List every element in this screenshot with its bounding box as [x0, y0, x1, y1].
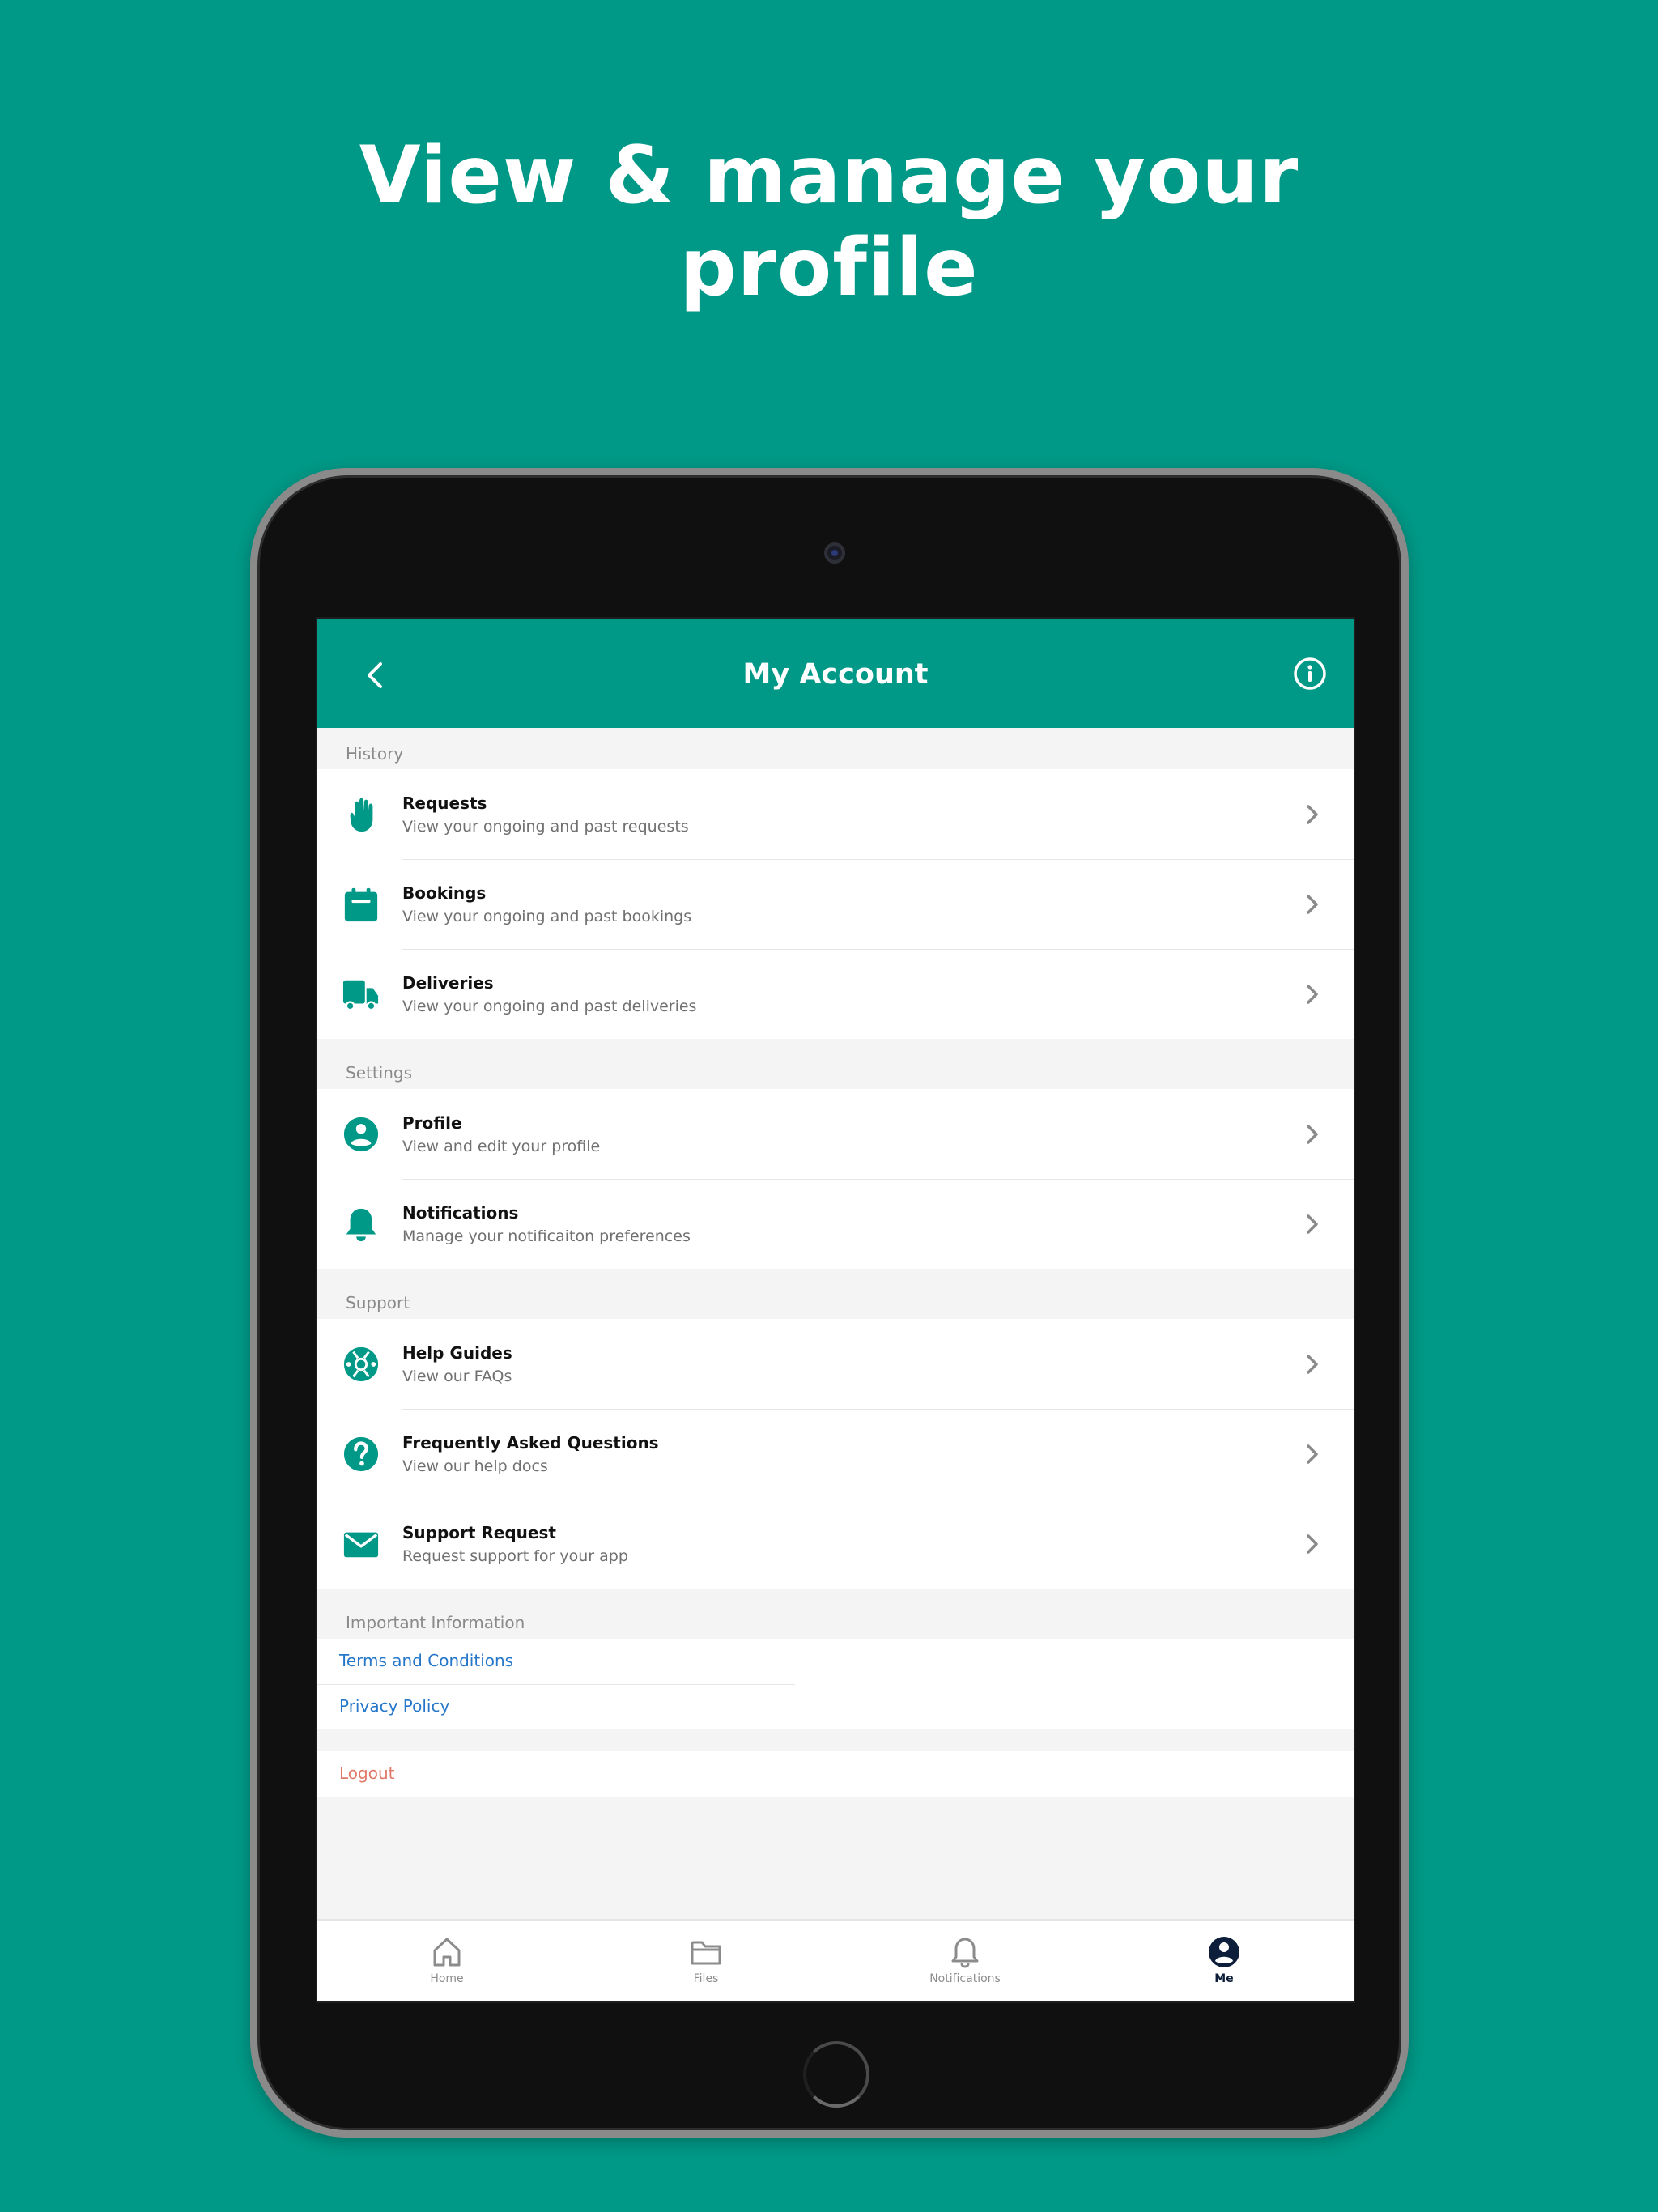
history-group: Requests View your ongoing and past requ…	[317, 769, 1354, 1039]
home-icon	[433, 1938, 461, 1967]
menu-item-title: Support Request	[402, 1522, 556, 1542]
account-menu: History Requests View your ongoing and p…	[317, 728, 1354, 1797]
truck-icon	[342, 975, 380, 1014]
lifebuoy-icon	[342, 1345, 380, 1384]
menu-item-title: Deliveries	[402, 972, 494, 993]
tab-files[interactable]: Files	[576, 1921, 835, 2001]
privacy-policy-link[interactable]: Privacy Policy	[317, 1684, 1354, 1729]
user-circle-icon	[342, 1115, 380, 1154]
menu-item-help-guides[interactable]: Help Guides View our FAQs	[317, 1319, 1354, 1409]
important-links-group: Terms and Conditions Privacy Policy	[317, 1639, 1354, 1729]
section-label-settings: Settings	[346, 1063, 413, 1083]
tab-label: Me	[1214, 1972, 1234, 1985]
logout-button[interactable]: Logout	[317, 1751, 1354, 1797]
menu-item-title: Profile	[402, 1112, 462, 1133]
menu-item-subtitle: View your ongoing and past bookings	[402, 907, 692, 925]
menu-item-faq[interactable]: Frequently Asked Questions View our help…	[317, 1409, 1354, 1499]
menu-item-title: Requests	[402, 793, 487, 813]
menu-item-deliveries[interactable]: Deliveries View your ongoing and past de…	[317, 949, 1354, 1039]
menu-item-subtitle: View your ongoing and past requests	[402, 817, 689, 836]
chevron-right-icon	[1307, 1214, 1318, 1234]
camera-icon	[824, 542, 845, 564]
section-label-support: Support	[346, 1293, 410, 1312]
tab-me[interactable]: Me	[1095, 1921, 1354, 2001]
app-screen: My Account History Requests View your on…	[316, 617, 1355, 2003]
calendar-icon	[342, 885, 380, 924]
envelope-icon	[342, 1525, 380, 1563]
chevron-right-icon	[1307, 894, 1318, 914]
section-label-history: History	[346, 744, 404, 764]
tab-notifications[interactable]: Notifications	[835, 1921, 1095, 2001]
promo-headline: View & manage your profile	[0, 130, 1658, 314]
chevron-right-icon	[1307, 1124, 1318, 1144]
raised-hand-icon	[342, 795, 380, 834]
bell-icon	[951, 1938, 979, 1968]
top-app-bar: My Account	[317, 619, 1354, 728]
menu-item-title: Help Guides	[402, 1342, 512, 1363]
logout-group: Logout	[317, 1751, 1354, 1797]
tab-label: Files	[693, 1972, 719, 1985]
menu-item-support-request[interactable]: Support Request Request support for your…	[317, 1499, 1354, 1589]
section-label-important-information: Important Information	[346, 1613, 525, 1632]
menu-item-subtitle: View and edit your profile	[402, 1137, 601, 1155]
menu-item-subtitle: Manage your notificaiton preferences	[402, 1227, 691, 1245]
menu-item-title: Bookings	[402, 883, 487, 903]
bottom-tab-bar: Home Files Notifications Me	[317, 1919, 1354, 2001]
page-title: My Account	[742, 658, 929, 691]
menu-item-requests[interactable]: Requests View your ongoing and past requ…	[317, 769, 1354, 859]
home-button[interactable]	[803, 2041, 869, 2108]
tab-label: Notifications	[929, 1972, 1001, 1985]
menu-item-profile[interactable]: Profile View and edit your profile	[317, 1089, 1354, 1179]
info-icon[interactable]	[1292, 656, 1328, 691]
settings-group: Profile View and edit your profile Notif…	[317, 1089, 1354, 1269]
menu-item-subtitle: View our FAQs	[402, 1367, 512, 1385]
chevron-right-icon	[1307, 984, 1318, 1004]
bell-icon	[342, 1205, 380, 1244]
tablet-device-frame: My Account History Requests View your on…	[250, 468, 1409, 2138]
chevron-right-icon	[1307, 1354, 1318, 1374]
chevron-right-icon	[1307, 804, 1318, 824]
menu-item-bookings[interactable]: Bookings View your ongoing and past book…	[317, 859, 1354, 949]
terms-and-conditions-link[interactable]: Terms and Conditions	[317, 1639, 1354, 1684]
promo-headline-line2: profile	[679, 222, 979, 314]
chevron-right-icon	[1307, 1534, 1318, 1554]
tab-label: Home	[430, 1972, 464, 1985]
menu-item-notifications[interactable]: Notifications Manage your notificaiton p…	[317, 1179, 1354, 1269]
tablet-bezel: My Account History Requests View your on…	[257, 475, 1401, 2130]
menu-item-subtitle: Request support for your app	[402, 1546, 628, 1565]
folder-icon	[691, 1941, 721, 1965]
support-group: Help Guides View our FAQs Frequently Ask…	[317, 1319, 1354, 1589]
menu-item-title: Frequently Asked Questions	[402, 1432, 659, 1453]
user-circle-icon	[1209, 1937, 1239, 1967]
menu-item-subtitle: View our help docs	[402, 1457, 548, 1475]
question-circle-icon	[342, 1435, 380, 1474]
menu-item-title: Notifications	[402, 1202, 519, 1223]
tab-home[interactable]: Home	[317, 1921, 576, 2001]
promo-headline-line1: View & manage your	[359, 130, 1299, 222]
chevron-right-icon	[1307, 1444, 1318, 1464]
menu-item-subtitle: View your ongoing and past deliveries	[402, 997, 697, 1015]
